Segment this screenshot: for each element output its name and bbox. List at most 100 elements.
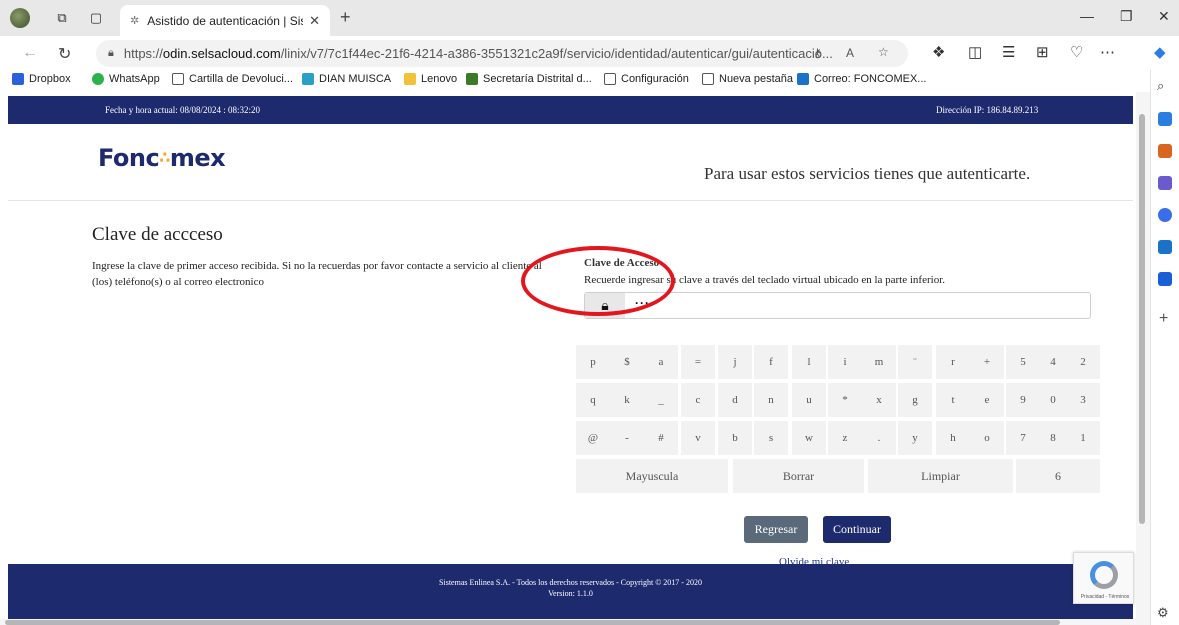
keyboard-key[interactable]: 5 <box>1006 345 1040 379</box>
key-borrar[interactable]: Borrar <box>733 459 864 493</box>
continuar-button[interactable]: Continuar <box>823 516 891 543</box>
keyboard-key[interactable]: h <box>936 421 970 455</box>
keyboard-key[interactable]: n <box>754 383 788 417</box>
tools-icon[interactable] <box>1158 176 1172 190</box>
office-icon[interactable] <box>1158 208 1172 222</box>
horizontal-scrollbar[interactable] <box>0 619 1150 625</box>
key-six[interactable]: 6 <box>1016 459 1100 493</box>
vertical-scroll-thumb[interactable] <box>1139 114 1145 524</box>
settings-gear-icon[interactable]: ⚙ <box>1157 605 1169 621</box>
keyboard-key[interactable]: w <box>792 421 826 455</box>
search-icon[interactable]: ⌕ <box>1157 78 1164 94</box>
keyboard-key[interactable]: s <box>754 421 788 455</box>
regresar-button[interactable]: Regresar <box>744 516 808 543</box>
copilot-sidebar-icon[interactable] <box>1158 112 1172 126</box>
recaptcha-terms[interactable]: Privacidad - Términos <box>1078 594 1132 600</box>
keyboard-key[interactable]: = <box>681 345 715 379</box>
key-mayuscula[interactable]: Mayuscula <box>576 459 728 493</box>
key-limpiar[interactable]: Limpiar <box>868 459 1013 493</box>
keyboard-key[interactable]: y <box>898 421 932 455</box>
bookmark-cartilla[interactable]: Cartilla de Devoluci... <box>172 73 293 85</box>
keyboard-key[interactable]: * <box>828 383 862 417</box>
back-icon[interactable]: ← <box>22 44 38 62</box>
keyboard-key[interactable]: ¨ <box>898 345 932 379</box>
keyboard-key[interactable]: f <box>754 345 788 379</box>
keyboard-key[interactable]: _ <box>644 383 678 417</box>
keyboard-key[interactable]: o <box>970 421 1004 455</box>
keyboard-key[interactable]: r <box>936 345 970 379</box>
keyboard-key[interactable]: 0 <box>1036 383 1070 417</box>
keyboard-key[interactable]: - <box>610 421 644 455</box>
tab-close-icon[interactable]: ✕ <box>309 13 320 29</box>
keyboard-key[interactable]: 8 <box>1036 421 1070 455</box>
keyboard-key[interactable]: d <box>718 383 752 417</box>
bookmark-correo[interactable]: Correo: FONCOMEX... <box>797 73 926 85</box>
url-field[interactable]: 🔒︎ https://odin.selsacloud.com/linix/v7/… <box>96 40 908 67</box>
keyboard-key[interactable]: m <box>862 345 896 379</box>
keyboard-key[interactable]: 7 <box>1006 421 1040 455</box>
extensions-icon[interactable]: ❖ <box>932 43 945 61</box>
keyboard-key[interactable]: 3 <box>1066 383 1100 417</box>
keyboard-key[interactable]: 1 <box>1066 421 1100 455</box>
bookmark-dropbox[interactable]: Dropbox <box>12 73 71 85</box>
keyboard-key[interactable]: c <box>681 383 715 417</box>
current-datetime: Fecha y hora actual: 08/08/2024 : 08:32:… <box>105 105 260 115</box>
browser-tab-active[interactable]: ✲ Asistido de autenticación | Sisten ✕ <box>120 5 330 36</box>
shopping-icon[interactable] <box>1158 144 1172 158</box>
keyboard-key[interactable]: e <box>970 383 1004 417</box>
restore-icon[interactable]: ❐ <box>1120 8 1133 25</box>
bookmark-secretaria[interactable]: Secretaría Distrital d... <box>466 73 592 85</box>
copilot-icon[interactable]: ◆ <box>1154 43 1166 61</box>
keyboard-key[interactable]: + <box>970 345 1004 379</box>
keyboard-key[interactable]: p <box>576 345 610 379</box>
keyboard-key[interactable]: k <box>610 383 644 417</box>
keyboard-key[interactable]: u <box>792 383 826 417</box>
performance-icon[interactable]: ♡ <box>1070 43 1083 61</box>
refresh-icon[interactable]: ↻ <box>58 44 71 64</box>
horizontal-scroll-thumb[interactable] <box>5 620 1060 625</box>
recaptcha-badge[interactable]: Privacidad - Términos <box>1073 552 1134 604</box>
keyboard-key[interactable]: b <box>718 421 752 455</box>
keyboard-key[interactable]: i <box>828 345 862 379</box>
keyboard-key[interactable]: x <box>862 383 896 417</box>
keyboard-key[interactable]: t <box>936 383 970 417</box>
red-annotation-circle <box>521 246 675 316</box>
bookmark-whatsapp[interactable]: WhatsApp <box>92 73 160 85</box>
new-tab-icon[interactable]: + <box>340 7 351 28</box>
vertical-scrollbar[interactable] <box>1136 92 1150 619</box>
close-window-icon[interactable]: ✕ <box>1158 8 1170 25</box>
tab-actions-icon[interactable]: ▢ <box>86 8 106 28</box>
read-aloud-icon[interactable]: A <box>846 46 854 60</box>
split-screen-icon[interactable]: ◫ <box>968 43 982 61</box>
keyboard-key[interactable]: g <box>898 383 932 417</box>
minimize-icon[interactable]: — <box>1080 8 1094 24</box>
profile-avatar[interactable] <box>10 8 30 28</box>
add-sidebar-icon[interactable]: + <box>1159 310 1168 328</box>
bookmark-lenovo[interactable]: Lenovo <box>404 73 457 85</box>
keyboard-key[interactable]: # <box>644 421 678 455</box>
collections-icon[interactable]: ⊞ <box>1036 43 1049 61</box>
send-icon[interactable] <box>1158 272 1172 286</box>
outlook-sidebar-icon[interactable] <box>1158 240 1172 254</box>
keyboard-key[interactable]: a <box>644 345 678 379</box>
keyboard-key[interactable]: 9 <box>1006 383 1040 417</box>
keyboard-key[interactable]: j <box>718 345 752 379</box>
bookmark-dian[interactable]: DIAN MUISCA <box>302 73 391 85</box>
keyboard-key[interactable]: q <box>576 383 610 417</box>
bookmark-configuracion[interactable]: Configuración <box>604 73 689 85</box>
keyboard-key[interactable]: 4 <box>1036 345 1070 379</box>
keyboard-key[interactable]: z <box>828 421 862 455</box>
workspaces-icon[interactable]: ⧉ <box>52 8 72 28</box>
keyboard-key[interactable]: 2 <box>1066 345 1100 379</box>
lock-icon[interactable]: 🔒︎ <box>108 47 114 60</box>
keyboard-key[interactable]: l <box>792 345 826 379</box>
keyboard-key[interactable]: . <box>862 421 896 455</box>
keyboard-key[interactable]: v <box>681 421 715 455</box>
keyboard-key[interactable]: $ <box>610 345 644 379</box>
more-menu-icon[interactable]: ⋯ <box>1100 43 1115 61</box>
favorite-star-icon[interactable]: ☆ <box>878 45 889 59</box>
key-icon[interactable]: ⚷ <box>813 46 822 60</box>
keyboard-key[interactable]: @ <box>576 421 610 455</box>
bookmark-nueva-pestana[interactable]: Nueva pestaña <box>702 73 793 85</box>
favorites-icon[interactable]: ☰ <box>1002 43 1015 61</box>
